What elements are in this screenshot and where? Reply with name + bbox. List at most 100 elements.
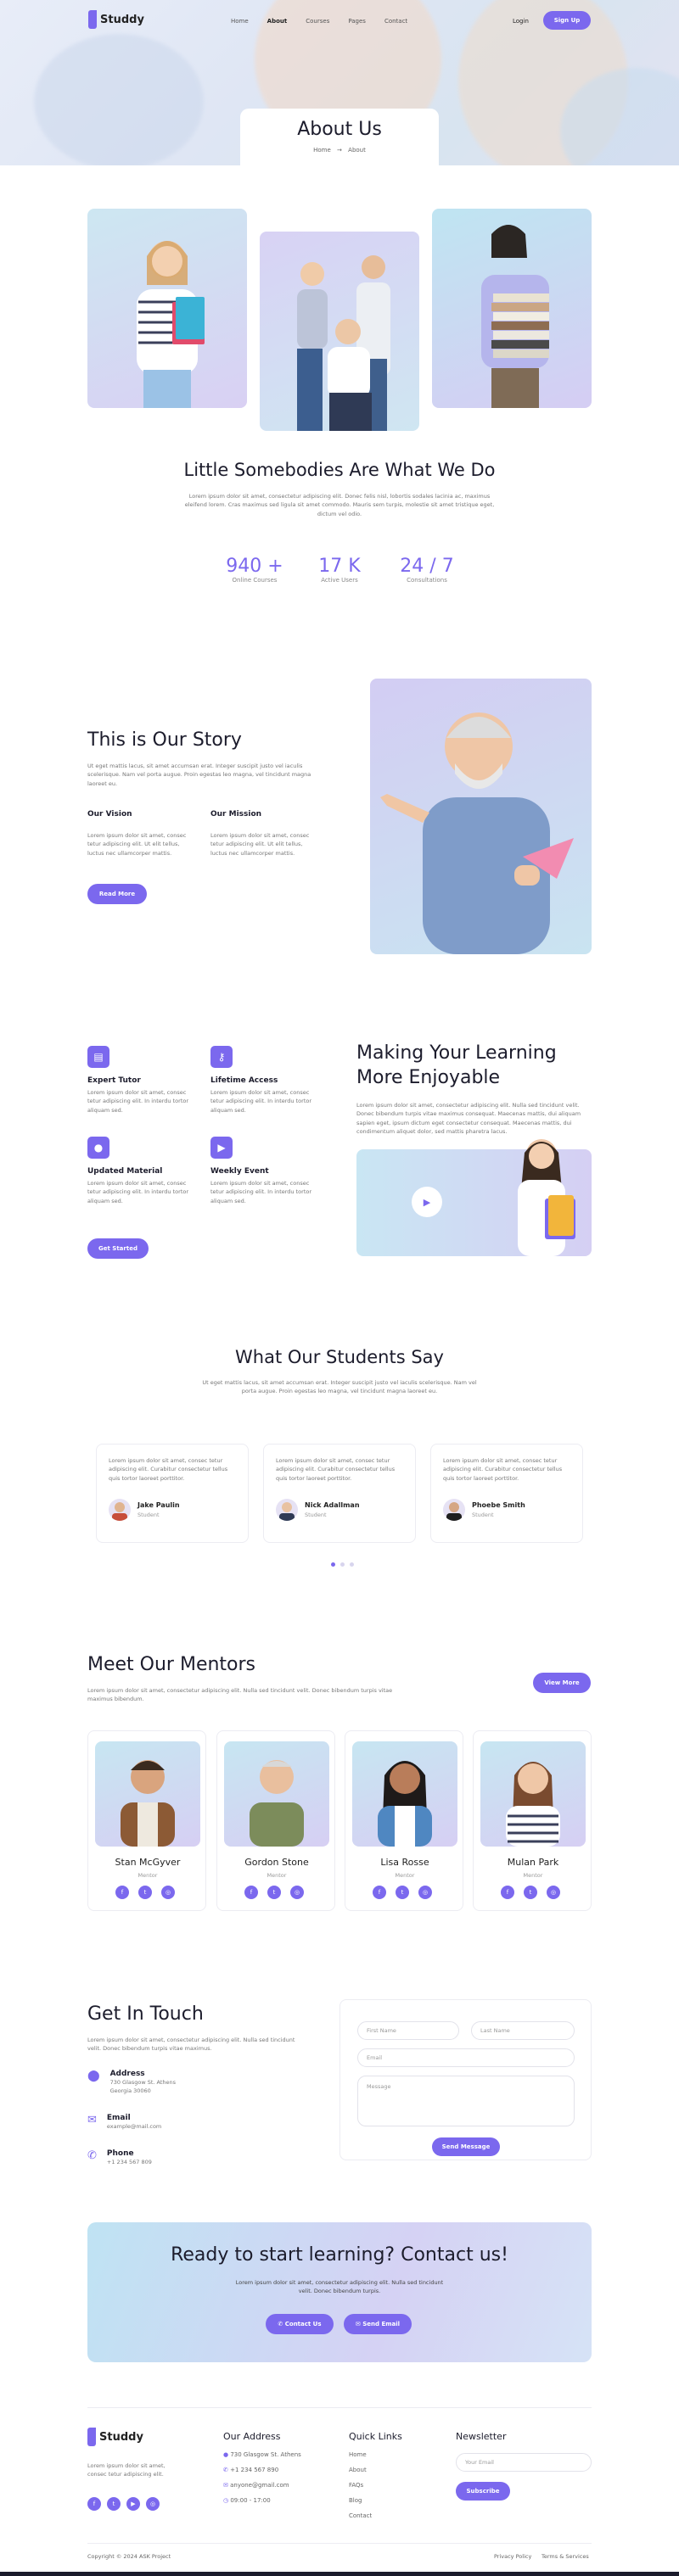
cta-banner: Ready to start learning? Contact us! Lor… bbox=[87, 2222, 592, 2362]
footer-about-text: Lorem ipsum dolor sit amet, consec tetur… bbox=[87, 2462, 166, 2478]
message-field[interactable]: Message bbox=[357, 2076, 575, 2126]
newsletter-email-input[interactable]: Your Email bbox=[456, 2453, 592, 2472]
footer-email[interactable]: anyone@gmail.com bbox=[230, 2482, 289, 2489]
stat-value: 940 + bbox=[226, 556, 283, 577]
twitter-icon[interactable]: t bbox=[267, 1886, 281, 1899]
instagram-icon[interactable]: ◎ bbox=[547, 1886, 560, 1899]
teacher-illustration bbox=[380, 712, 574, 954]
address-line1: 730 Glasgow St. Athens bbox=[109, 2079, 177, 2086]
testimonial-name: Phoebe Smith bbox=[472, 1501, 525, 1509]
signup-button[interactable]: Sign Up bbox=[543, 11, 591, 30]
footer-link-home[interactable]: Home bbox=[349, 2451, 372, 2458]
terms-link[interactable]: Terms & Services bbox=[542, 2553, 589, 2560]
nav-link-home[interactable]: Home bbox=[231, 18, 249, 25]
stat-consultations: 24 / 7 Consultations bbox=[389, 556, 465, 584]
nav-link-about[interactable]: About bbox=[267, 18, 288, 25]
group-photo bbox=[260, 232, 419, 431]
instagram-icon[interactable]: ◎ bbox=[161, 1886, 175, 1899]
stat-users: 17 K Active Users bbox=[301, 556, 378, 584]
send-message-button[interactable]: Send Message bbox=[432, 2137, 500, 2156]
mentor-role: Mentor bbox=[137, 1872, 158, 1879]
breadcrumb-home[interactable]: Home bbox=[313, 147, 331, 154]
carousel-dots bbox=[331, 1562, 354, 1567]
testimonial-name: Jake Paulin bbox=[137, 1501, 180, 1509]
page-bottom-bar bbox=[0, 2572, 679, 2576]
youtube-icon[interactable]: ▶ bbox=[126, 2497, 140, 2511]
facebook-icon[interactable]: f bbox=[87, 2497, 101, 2511]
carousel-dot-active[interactable] bbox=[331, 1562, 335, 1567]
learning-heading-line1: Making Your Learning bbox=[356, 1042, 557, 1064]
twitter-icon[interactable]: t bbox=[107, 2497, 121, 2511]
testimonial-card: Lorem ipsum dolor sit amet, consec tetur… bbox=[263, 1444, 416, 1543]
email-value[interactable]: example@mail.com bbox=[107, 2122, 161, 2131]
feature-updated-material: ● Updated Material Lorem ipsum dolor sit… bbox=[87, 1137, 198, 1205]
contact-phone: ✆ Phone +1 234 567 809 bbox=[87, 2149, 152, 2166]
subscribe-button[interactable]: Subscribe bbox=[456, 2482, 510, 2501]
feature-title: Weekly Event bbox=[210, 1167, 269, 1176]
phone-value[interactable]: +1 234 567 809 bbox=[107, 2158, 152, 2166]
facebook-icon[interactable]: f bbox=[373, 1886, 386, 1899]
mentor-photo bbox=[352, 1741, 457, 1847]
mentor-name: Gordon Stone bbox=[244, 1857, 309, 1868]
instagram-icon[interactable]: ◎ bbox=[418, 1886, 432, 1899]
first-name-field[interactable]: First Name bbox=[357, 2021, 459, 2040]
footer-logo[interactable]: Studdy bbox=[87, 2428, 143, 2446]
twitter-icon[interactable]: t bbox=[524, 1886, 537, 1899]
avatar bbox=[443, 1499, 465, 1521]
footer-link-blog[interactable]: Blog bbox=[349, 2497, 372, 2504]
video-icon: ▶ bbox=[210, 1137, 233, 1159]
carousel-dot[interactable] bbox=[340, 1562, 345, 1567]
footer-link-about[interactable]: About bbox=[349, 2467, 372, 2473]
avatar bbox=[276, 1499, 298, 1521]
address-title: Address bbox=[109, 2070, 145, 2078]
twitter-icon[interactable]: t bbox=[396, 1886, 409, 1899]
send-email-button[interactable]: ✉ Send Email bbox=[344, 2314, 412, 2334]
play-icon[interactable]: ▶ bbox=[412, 1187, 442, 1217]
view-more-button[interactable]: View More bbox=[533, 1673, 591, 1693]
location-pin-icon: ⬤ bbox=[87, 2070, 100, 2082]
contact-address: ⬤ Address 730 Glasgow St. Athens Georgia… bbox=[87, 2070, 176, 2096]
phone-icon: ✆ bbox=[223, 2467, 231, 2473]
nav-link-pages[interactable]: Pages bbox=[348, 18, 366, 25]
feature-title: Expert Tutor bbox=[87, 1076, 141, 1085]
footer-phone[interactable]: +1 234 567 890 bbox=[230, 2467, 278, 2473]
get-started-button[interactable]: Get Started bbox=[87, 1238, 149, 1259]
breadcrumb: Home → About bbox=[240, 147, 439, 154]
facebook-icon[interactable]: f bbox=[244, 1886, 258, 1899]
testimonial-role: Student bbox=[472, 1512, 494, 1518]
contact-us-button[interactable]: ✆ Contact Us bbox=[266, 2314, 334, 2334]
carousel-dot[interactable] bbox=[350, 1562, 354, 1567]
facebook-icon[interactable]: f bbox=[115, 1886, 129, 1899]
nav-link-courses[interactable]: Courses bbox=[306, 18, 329, 25]
logo-icon bbox=[87, 2428, 96, 2446]
footer-social: f t ▶ ◎ bbox=[87, 2497, 160, 2511]
read-more-button[interactable]: Read More bbox=[87, 884, 147, 904]
footer-link-faqs[interactable]: FAQs bbox=[349, 2482, 372, 2489]
feature-title: Lifetime Access bbox=[210, 1076, 278, 1085]
instagram-icon[interactable]: ◎ bbox=[290, 1886, 304, 1899]
login-link[interactable]: Login bbox=[513, 18, 529, 25]
mission-text: Lorem ipsum dolor sit amet, consec tetur… bbox=[210, 832, 310, 857]
testimonial-quote: Lorem ipsum dolor sit amet, consec tetur… bbox=[443, 1457, 563, 1482]
facebook-icon[interactable]: f bbox=[501, 1886, 514, 1899]
contact-form: First Name Last Name Email Message Send … bbox=[340, 1999, 592, 2160]
testimonial-card: Lorem ipsum dolor sit amet, consec tetur… bbox=[430, 1444, 583, 1543]
footer-link-contact[interactable]: Contact bbox=[349, 2512, 372, 2519]
mentor-photo bbox=[224, 1741, 329, 1847]
stat-label: Consultations bbox=[407, 577, 447, 584]
logo-text: Studdy bbox=[99, 2430, 143, 2444]
privacy-policy-link[interactable]: Privacy Policy bbox=[494, 2553, 531, 2560]
clipboard-icon: ▤ bbox=[87, 1046, 109, 1068]
last-name-field[interactable]: Last Name bbox=[471, 2021, 575, 2040]
feature-lifetime-access: ⚷ Lifetime Access Lorem ipsum dolor sit … bbox=[210, 1046, 321, 1115]
story-text: Ut eget mattis lacus, sit amet accumsan … bbox=[87, 763, 311, 787]
feature-expert-tutor: ▤ Expert Tutor Lorem ipsum dolor sit ame… bbox=[87, 1046, 198, 1115]
email-field[interactable]: Email bbox=[357, 2048, 575, 2067]
twitter-icon[interactable]: t bbox=[138, 1886, 152, 1899]
testimonial-role: Student bbox=[137, 1512, 160, 1518]
logo[interactable]: Studdy bbox=[88, 10, 144, 29]
footer-address: 730 Glasgow St. Athens bbox=[230, 2451, 301, 2458]
nav-link-contact[interactable]: Contact bbox=[384, 18, 407, 25]
instagram-icon[interactable]: ◎ bbox=[146, 2497, 160, 2511]
envelope-icon: ✉ bbox=[223, 2482, 231, 2489]
